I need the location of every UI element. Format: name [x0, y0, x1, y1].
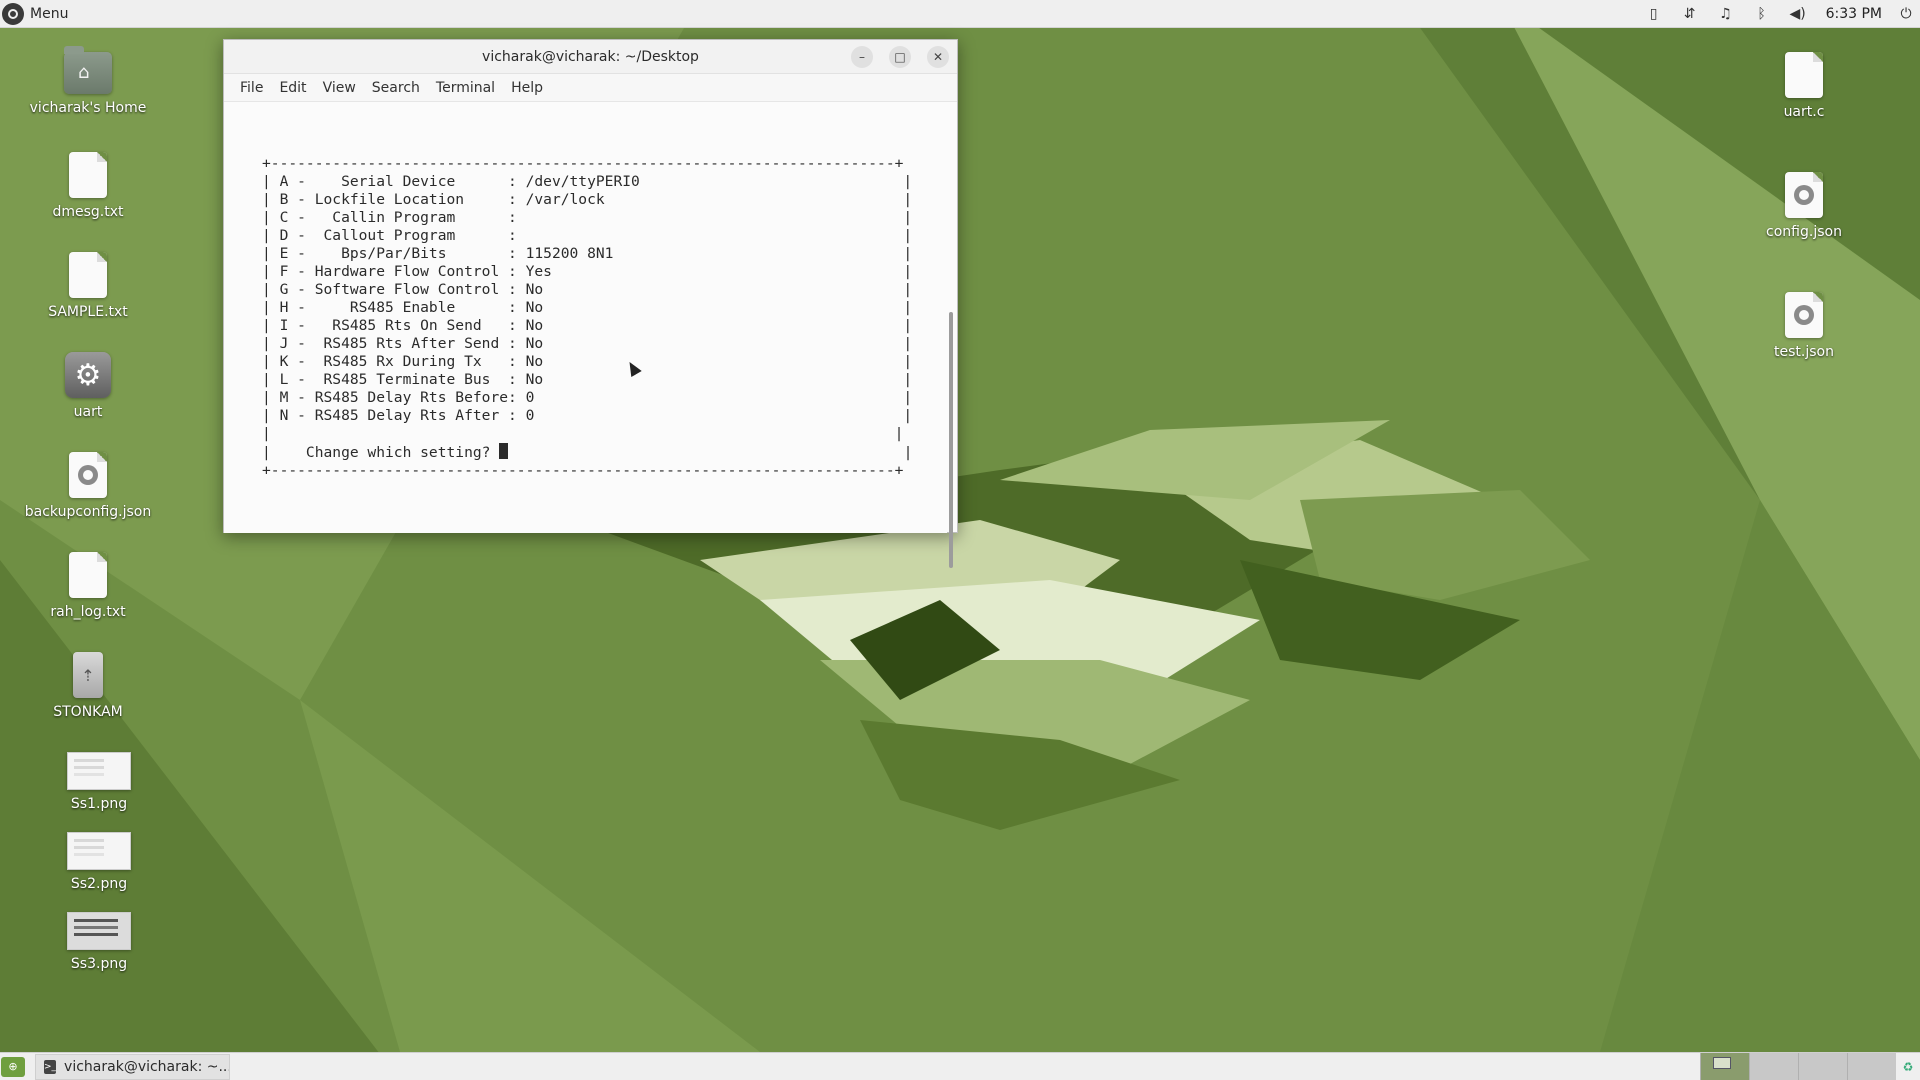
close-button[interactable]: ✕ [927, 46, 949, 68]
menu-label: Menu [30, 5, 69, 22]
workspace-2[interactable] [1749, 1053, 1798, 1080]
text-file-icon [69, 252, 107, 298]
desktop-icon-dmesg[interactable]: dmesg.txt [23, 152, 153, 220]
taskbar-terminal-button[interactable]: >_ vicharak@vicharak: ~... [35, 1053, 230, 1080]
desktop-icon-sample[interactable]: SAMPLE.txt [23, 252, 153, 320]
terminal-line: | E - Bps/Par/Bits : 115200 8N1 | [262, 245, 913, 262]
desktop-icon-label: Ss1.png [70, 796, 128, 812]
workspace-1[interactable] [1700, 1053, 1749, 1080]
json-file-icon [69, 452, 107, 498]
desktop-icon-label: dmesg.txt [52, 204, 124, 220]
menu-view[interactable]: View [315, 80, 364, 96]
terminal-window[interactable]: vicharak@vicharak: ~/Desktop – □ ✕ File … [223, 39, 958, 568]
desktop-icon-label: vicharak's Home [29, 100, 147, 116]
terminal-line: | B - Lockfile Location : /var/lock | [262, 191, 913, 208]
desktop-icon-uart-c[interactable]: uart.c [1739, 52, 1869, 120]
menu-terminal[interactable]: Terminal [428, 80, 503, 96]
desktop-icon-label: uart [73, 404, 103, 420]
terminal-line: | H - RS485 Enable : No | [262, 299, 913, 316]
show-desktop-button[interactable]: ⊕ [1, 1056, 25, 1077]
terminal-line: | F - Hardware Flow Control : Yes | [262, 263, 913, 280]
terminal-line: | K - RS485 Rx During Tx : No | [262, 353, 913, 370]
menu-edit[interactable]: Edit [271, 80, 314, 96]
desktop-icon-rah-log[interactable]: rah_log.txt [23, 552, 153, 620]
scrollbar-thumb[interactable] [949, 312, 953, 568]
top-panel: Menu ▯ ⇵ ♫ ᛒ ◀) 6:33 PM ⏻ [0, 0, 1920, 28]
maximize-button[interactable]: □ [889, 46, 911, 68]
workspace-switcher [1700, 1053, 1896, 1080]
image-thumbnail-icon [67, 832, 131, 870]
window-title: vicharak@vicharak: ~/Desktop [482, 48, 699, 65]
network-icon[interactable]: ⇵ [1672, 0, 1708, 28]
home-folder-icon: ⌂ [64, 46, 112, 94]
desktop-icon-home[interactable]: ⌂ vicharak's Home [23, 46, 153, 116]
desktop-icon-label: test.json [1774, 344, 1834, 360]
terminal-line: | I - RS485 Rts On Send : No | [262, 317, 913, 334]
terminal-line: | G - Software Flow Control : No | [262, 281, 913, 298]
menu-file[interactable]: File [232, 80, 271, 96]
desktop-icon-ss2[interactable]: Ss2.png [34, 832, 164, 892]
image-thumbnail-icon [67, 752, 131, 790]
image-thumbnail-icon [67, 912, 131, 950]
desktop-icon-backupconfig[interactable]: backupconfig.json [23, 452, 153, 520]
menu-search[interactable]: Search [364, 80, 428, 96]
text-file-icon [69, 152, 107, 198]
terminal-prompt-line: | Change which setting? [262, 444, 500, 461]
terminal-line: | C - Callin Program : | [262, 209, 913, 226]
terminal-line: | M - RS485 Delay Rts Before: 0 | [262, 389, 913, 406]
menu-logo-icon [2, 2, 24, 25]
desktop-icon-ss1[interactable]: Ss1.png [34, 752, 164, 812]
desktop-icon-label: SAMPLE.txt [48, 304, 128, 320]
terminal-line: | D - Callout Program : | [262, 227, 913, 244]
clock[interactable]: 6:33 PM [1816, 6, 1892, 22]
menu-help[interactable]: Help [503, 80, 551, 96]
terminal-text: +---------------------------------------… [262, 155, 912, 480]
desktop-icon-label: config.json [1766, 224, 1842, 240]
desktop-icon-label: STONKAM [53, 704, 123, 720]
bluetooth-icon[interactable]: ᛒ [1744, 0, 1780, 28]
terminal-scrollbar[interactable] [946, 102, 956, 568]
gear-icon: ⚙ [65, 352, 111, 398]
desktop-icon-label: Ss2.png [70, 876, 128, 892]
desktop-icon-label: rah_log.txt [50, 604, 126, 620]
json-file-icon [1785, 172, 1823, 218]
desktop-icon-ss3[interactable]: Ss3.png [34, 912, 164, 972]
desktop-icon-stonkam[interactable]: ⇡ STONKAM [23, 652, 153, 720]
volume-icon[interactable]: ◀) [1780, 0, 1816, 28]
desktop-icon-label: Ss3.png [70, 956, 128, 972]
bell-icon[interactable]: ♫ [1708, 0, 1744, 28]
terminal-prompt-tail: | [508, 444, 913, 461]
json-file-icon [1785, 292, 1823, 338]
desktop-icon-config-json[interactable]: config.json [1739, 172, 1869, 240]
terminal-menubar: File Edit View Search Terminal Help [224, 74, 957, 102]
text-file-icon [69, 552, 107, 598]
terminal-icon: >_ [44, 1059, 57, 1074]
workspace-3[interactable] [1798, 1053, 1847, 1080]
workspace-4[interactable] [1847, 1053, 1896, 1080]
window-controls: – □ ✕ [851, 46, 949, 68]
desktop-icon-label: uart.c [1783, 104, 1825, 120]
minimize-button[interactable]: – [851, 46, 873, 68]
desktop-icon-test-json[interactable]: test.json [1739, 292, 1869, 360]
terminal-line: +---------------------------------------… [262, 155, 904, 172]
usb-drive-icon: ⇡ [73, 652, 103, 698]
text-file-icon [1785, 52, 1823, 98]
text-cursor [499, 443, 509, 459]
window-titlebar[interactable]: vicharak@vicharak: ~/Desktop – □ ✕ [224, 40, 957, 74]
terminal-line: | | [262, 425, 904, 442]
power-icon[interactable]: ⏻ [1892, 0, 1920, 28]
menu-button[interactable]: Menu [0, 0, 76, 28]
bottom-panel: ⊕ >_ vicharak@vicharak: ~... ♻ [0, 1052, 1920, 1080]
terminal-line: | N - RS485 Delay Rts After : 0 | [262, 407, 913, 424]
terminal-line: +---------------------------------------… [262, 462, 904, 479]
terminal-line: | L - RS485 Terminate Bus : No | [262, 371, 913, 388]
taskbar-label: vicharak@vicharak: ~... [64, 1058, 230, 1075]
recycle-icon[interactable]: ♻ [1896, 1053, 1920, 1080]
desktop-icon-uart[interactable]: ⚙ uart [23, 352, 153, 420]
system-tray: ▯ ⇵ ♫ ᛒ ◀) 6:33 PM ⏻ [1636, 0, 1920, 28]
desktop-icon-label: backupconfig.json [24, 504, 152, 520]
file-icon[interactable]: ▯ [1636, 0, 1672, 28]
terminal-line: | J - RS485 Rts After Send : No | [262, 335, 913, 352]
terminal-line: | A - Serial Device : /dev/ttyPERI0 | [262, 173, 913, 190]
